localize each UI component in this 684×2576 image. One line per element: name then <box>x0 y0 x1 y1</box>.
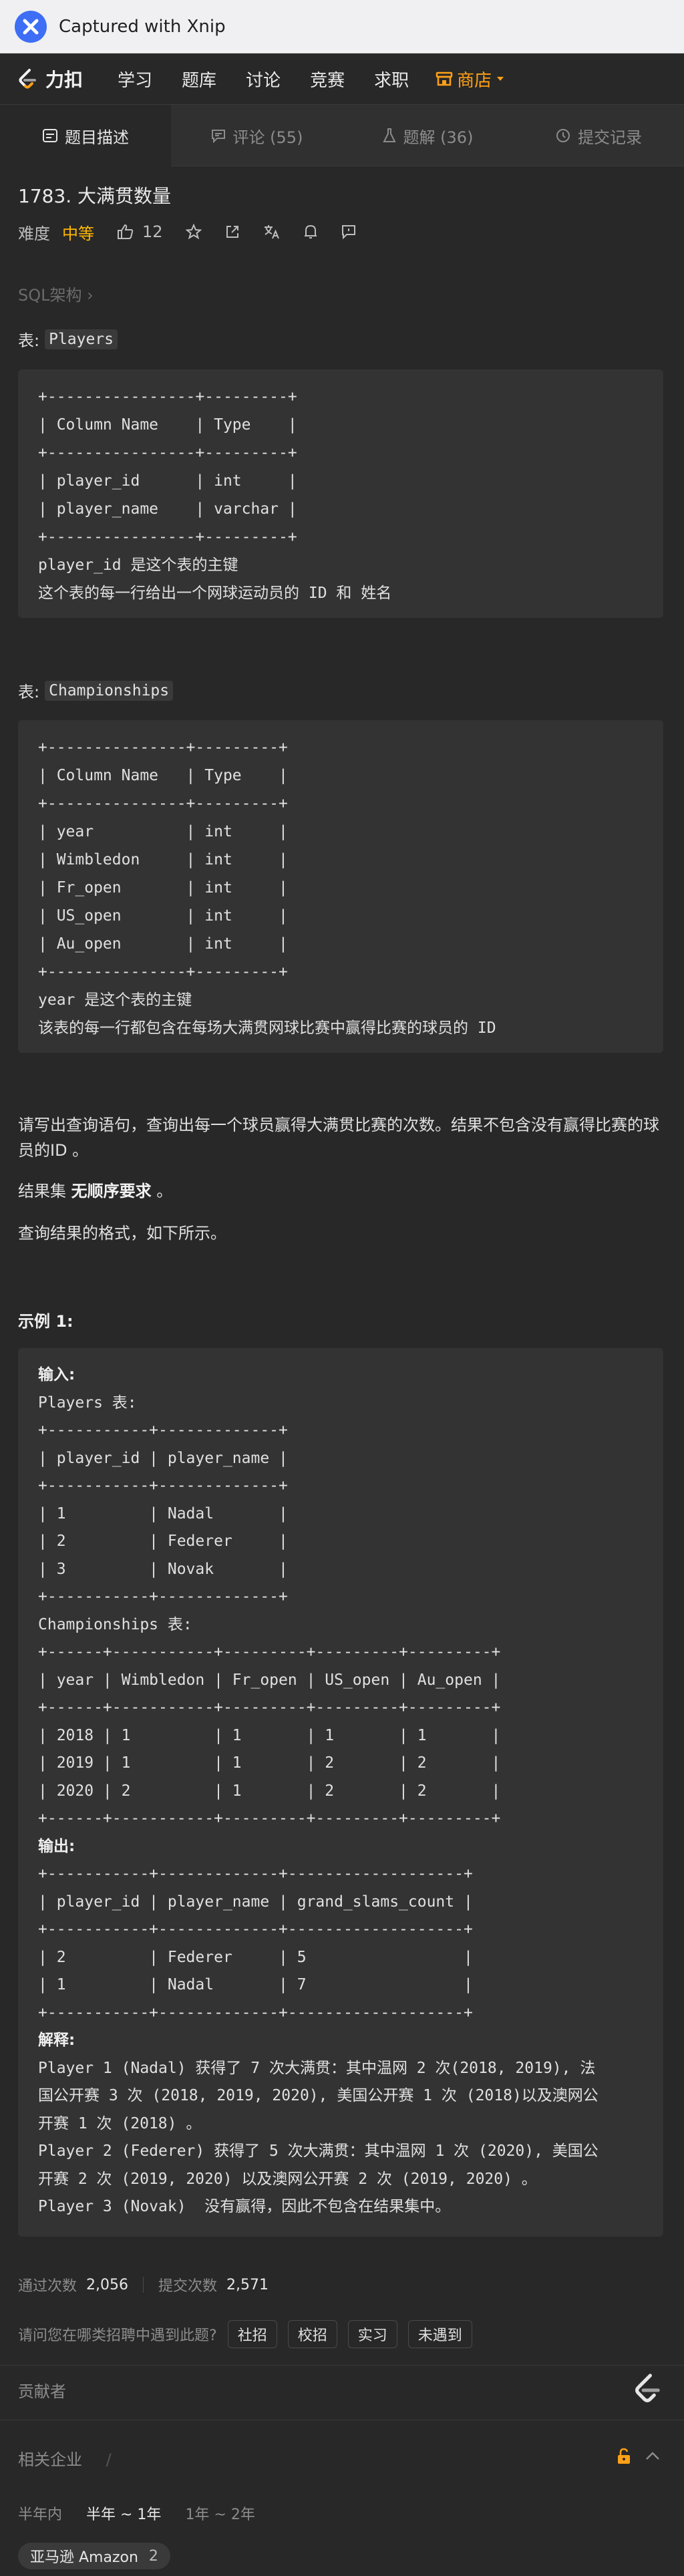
problem-meta: 难度 中等 12 <box>18 218 357 245</box>
table1-schema: +----------------+---------+ | Column Na… <box>18 369 663 618</box>
xnip-logo-icon <box>15 10 47 43</box>
company-period-filter: 半年内 半年 ~ 1年 1年 ~ 2年 <box>18 2503 279 2524</box>
bell-icon <box>304 224 317 238</box>
tab-comments[interactable]: 评论 (55) <box>171 105 342 166</box>
table1-heading: 表: Players <box>18 327 118 351</box>
problem-tabs: 题目描述 评论 (55) 题解 (36) 提交记录 <box>0 105 684 166</box>
period-half-to-one-year[interactable]: 半年 ~ 1年 <box>86 2503 161 2524</box>
xnip-title-bar: Captured with Xnip <box>0 0 684 53</box>
tab-solutions[interactable]: 题解 (36) <box>342 105 513 166</box>
share-button[interactable] <box>224 224 240 240</box>
tab-comments-label: 评论 (55) <box>232 128 303 147</box>
contributors-label: 贡献者 <box>18 2382 66 2401</box>
example-output-body: +-----------+-------------+-------------… <box>38 1865 473 2022</box>
company-tag-name: 亚马逊 Amazon <box>30 2549 138 2566</box>
top-nav: 力扣 学习 题库 讨论 竞赛 求职 商店 <box>0 53 684 105</box>
company-tag-amazon[interactable]: 亚马逊 Amazon 2 <box>18 2543 170 2569</box>
table1-prefix: 表: <box>18 331 40 350</box>
hiring-option-none[interactable]: 未遇到 <box>407 2320 472 2348</box>
tab-submissions-label: 提交记录 <box>578 128 642 147</box>
problem-title: 1783. 大满贯数量 <box>18 185 172 207</box>
nav-item-problems[interactable]: 题库 <box>182 67 216 92</box>
table2-heading: 表: Championships <box>18 679 174 702</box>
tab-description[interactable]: 题目描述 <box>0 105 171 166</box>
share-icon <box>226 226 238 238</box>
table2-name: Championships <box>45 680 174 701</box>
like-button[interactable]: 12 <box>117 222 163 241</box>
star-icon <box>185 224 202 240</box>
tab-description-label: 题目描述 <box>65 128 129 147</box>
unlock-icon[interactable] <box>616 2448 632 2468</box>
store-label: 商店 <box>457 70 492 91</box>
example-input-body: Players 表: +-----------+-------------+ |… <box>38 1394 501 1828</box>
hiring-question: 请问您在哪类招聘中遇到此题? <box>18 2327 217 2344</box>
result-order-pre: 结果集 <box>18 1182 71 1200</box>
difficulty-label: 难度 <box>18 224 50 243</box>
clock-icon <box>556 129 570 142</box>
nav-item-store[interactable]: 商店 <box>436 67 505 92</box>
example-heading: 示例 1: <box>18 1312 73 1331</box>
tab-solutions-label: 题解 (36) <box>403 128 474 147</box>
divider <box>0 2365 684 2366</box>
format-paragraph: 查询结果的格式，如下所示。 <box>18 1224 226 1243</box>
flask-icon <box>382 128 396 142</box>
accepted-count: 2,056 <box>86 2276 128 2293</box>
favorite-button[interactable] <box>185 224 202 240</box>
leetcode-logo-icon <box>19 69 36 89</box>
thumbs-up-icon <box>118 224 134 239</box>
hiring-survey: 请问您在哪类招聘中遇到此题? 社招 校招 实习 未遇到 <box>18 2319 472 2349</box>
stats-divider <box>143 2277 144 2293</box>
related-companies-heading[interactable]: 相关企业 / <box>18 2446 112 2470</box>
translate-button[interactable] <box>263 224 281 240</box>
example-explain-body: Player 1 (Nadal) 获得了 7 次大满贯：其中温网 2 次(201… <box>38 2059 598 2216</box>
result-order-paragraph: 结果集 无顺序要求 。 <box>18 1178 666 1204</box>
breadcrumb[interactable]: SQL架构 › <box>18 282 94 305</box>
result-order-post: 。 <box>151 1182 173 1200</box>
tab-submissions[interactable]: 提交记录 <box>513 105 684 166</box>
example-block: 输入: Players 表: +-----------+------------… <box>18 1348 663 2237</box>
leetcode-logo-icon <box>635 2374 660 2402</box>
example-output-label: 输出: <box>38 1837 75 1855</box>
description-paragraph: 请写出查询语句，查询出每一个球员赢得大满贯比赛的次数。结果不包含没有赢得比赛的球… <box>18 1116 659 1160</box>
translate-icon <box>264 225 279 239</box>
comment-icon <box>211 130 225 143</box>
table2-prefix: 表: <box>18 683 40 701</box>
like-count: 12 <box>142 222 163 241</box>
nav-item-jobs[interactable]: 求职 <box>374 67 409 92</box>
table2-schema: +---------------+---------+ | Column Nam… <box>18 720 663 1053</box>
nav-item-contest[interactable]: 竞赛 <box>310 67 345 92</box>
related-companies-label: 相关企业 <box>18 2450 82 2469</box>
example-input-label: 输入: <box>38 1366 75 1384</box>
hiring-option-social[interactable]: 社招 <box>227 2320 277 2348</box>
description-icon <box>43 129 57 142</box>
subscribe-button[interactable] <box>303 224 318 240</box>
difficulty-badge: 中等 <box>62 224 94 243</box>
result-order-bold: 无顺序要求 <box>71 1182 152 1200</box>
company-tag-count: 2 <box>148 2547 158 2565</box>
hiring-option-intern[interactable]: 实习 <box>347 2320 397 2348</box>
example-explain-label: 解释: <box>38 2032 75 2049</box>
accepted-label: 通过次数 <box>18 2278 77 2295</box>
submitted-count: 2,571 <box>226 2276 269 2293</box>
nav-item-learn[interactable]: 学习 <box>118 67 152 92</box>
feedback-icon <box>341 225 355 240</box>
submitted-label: 提交次数 <box>158 2278 218 2295</box>
period-one-to-two-years[interactable]: 1年 ~ 2年 <box>185 2503 254 2524</box>
brand[interactable]: 力扣 <box>16 65 83 92</box>
hiring-option-campus[interactable]: 校招 <box>287 2320 337 2348</box>
period-half-year[interactable]: 半年内 <box>18 2503 62 2524</box>
related-companies-slash: / <box>106 2450 112 2469</box>
table1-name: Players <box>45 329 118 349</box>
chevron-up-icon[interactable] <box>645 2450 660 2463</box>
xnip-title: Captured with Xnip <box>59 16 226 37</box>
submission-stats: 通过次数 2,056 提交次数 2,571 <box>18 2271 269 2298</box>
store-icon <box>436 71 453 86</box>
feedback-button[interactable] <box>341 224 357 240</box>
contributor-avatar[interactable] <box>631 2372 664 2408</box>
brand-name: 力扣 <box>45 69 83 91</box>
caret-down-icon <box>497 77 504 81</box>
nav-item-discuss[interactable]: 讨论 <box>246 67 281 92</box>
